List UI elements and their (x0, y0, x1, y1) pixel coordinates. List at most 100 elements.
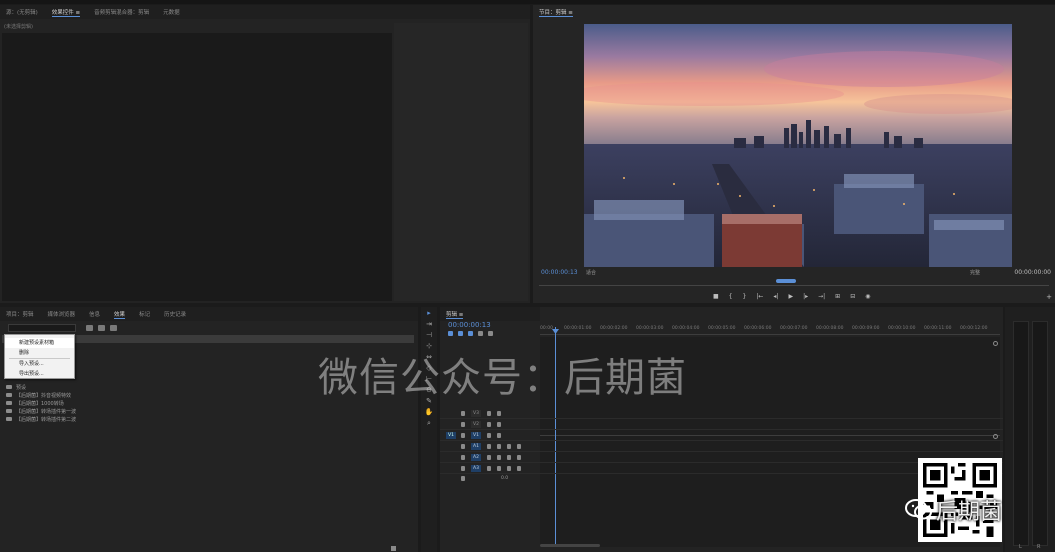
timeline-scrollbar[interactable] (540, 544, 1000, 548)
menu-item-delete[interactable]: 删除 (5, 348, 74, 358)
timeline-tabbar: 剪辑 ≡ (440, 307, 540, 321)
panel-corner-grip[interactable] (391, 546, 396, 551)
sync-lock-icon[interactable] (486, 466, 491, 471)
mark-in-button[interactable]: { (729, 293, 733, 300)
tab-history[interactable]: 历史记录 (164, 310, 186, 318)
ruler-tick-label: 00:00:05:00 (708, 326, 736, 331)
sync-lock-icon[interactable] (486, 433, 491, 438)
eye-icon[interactable] (496, 433, 501, 438)
menu-item-new-preset-bin[interactable]: 新建预设素材箱 (5, 338, 74, 348)
track-scroll-dot[interactable] (993, 341, 998, 346)
tab-sequence[interactable]: 剪辑 ≡ (446, 310, 464, 319)
tab-effects[interactable]: 效果 (114, 310, 126, 319)
sync-lock-icon[interactable] (486, 444, 491, 449)
track-label[interactable]: V1 (471, 432, 481, 439)
track-select-tool-icon[interactable]: ⇥ (425, 320, 434, 329)
time-ruler[interactable]: 00:00 00:00:01:00 00:00:02:00 00:00:03:0… (540, 323, 1000, 335)
linked-selection-icon[interactable] (458, 331, 463, 336)
extract-button[interactable]: ⊟ (850, 293, 855, 300)
mute-icon[interactable] (496, 444, 501, 449)
master-volume[interactable]: 0.0 (501, 476, 508, 481)
tab-metadata[interactable]: 元数据 (163, 8, 180, 16)
microphone-icon[interactable] (516, 466, 521, 471)
snap-icon[interactable] (448, 331, 453, 336)
eye-icon[interactable] (496, 411, 501, 416)
tab-info[interactable]: 信息 (89, 310, 100, 318)
lock-icon[interactable] (461, 476, 465, 481)
solo-icon[interactable] (506, 444, 511, 449)
track-label[interactable]: A1 (471, 443, 481, 450)
ruler-tick-label: 00:00:11:00 (924, 326, 952, 331)
menu-item-import-presets[interactable]: 导入预设... (5, 359, 74, 369)
solo-icon[interactable] (506, 455, 511, 460)
mute-icon[interactable] (496, 466, 501, 471)
accelerated-effects-icon[interactable] (86, 325, 93, 331)
zoom-tool-icon[interactable]: ⌕ (425, 419, 434, 428)
program-scrub-bar[interactable] (539, 285, 1049, 289)
folder-icon (6, 401, 12, 405)
yuv-effects-icon[interactable] (110, 325, 117, 331)
tab-project[interactable]: 项目：剪辑 (6, 310, 34, 318)
effects-tabbar: 项目：剪辑 媒体浏览器 信息 效果 标记 历史记录 (0, 307, 418, 321)
ruler-tick-label: 00:00:01:00 (564, 326, 592, 331)
tab-effect-controls[interactable]: 效果控件 ≡ (51, 8, 81, 17)
button-editor-add[interactable]: + (1046, 293, 1052, 301)
tab-program[interactable]: 节目：剪辑 ≡ (539, 8, 573, 17)
microphone-icon[interactable] (516, 455, 521, 460)
solo-icon[interactable] (506, 466, 511, 471)
sync-lock-icon[interactable] (486, 422, 491, 427)
32bit-effects-icon[interactable] (98, 325, 105, 331)
program-timecode[interactable]: 00:00:00:13 (541, 269, 578, 276)
hand-tool-icon[interactable]: ✋ (425, 408, 434, 417)
wrench-icon[interactable] (488, 331, 493, 336)
sync-lock-icon[interactable] (486, 411, 491, 416)
program-playhead[interactable] (776, 279, 796, 283)
track-label[interactable]: A3 (471, 465, 481, 472)
tab-media-browser[interactable]: 媒体浏览器 (48, 310, 76, 318)
list-item[interactable]: 【后期菌】转场插件第二波 (2, 415, 414, 423)
microphone-icon[interactable] (516, 444, 521, 449)
sync-lock-icon[interactable] (486, 455, 491, 460)
menu-item-export-presets[interactable]: 导出预设... (5, 369, 74, 379)
step-forward-button[interactable]: |▸ (803, 293, 808, 300)
source-patch-v1[interactable]: V1 (446, 432, 456, 439)
selection-tool-icon[interactable]: ▸ (425, 309, 434, 318)
effects-search-input[interactable] (8, 324, 76, 332)
marker-button[interactable]: ■ (713, 293, 719, 300)
fit-dropdown[interactable]: 适合 (586, 269, 596, 276)
lock-icon[interactable] (461, 444, 465, 449)
source-tabbar: 源：(无剪辑) 效果控件 ≡ 音频剪辑混合器：剪辑 元数据 (0, 5, 530, 19)
go-to-out-button[interactable]: →| (818, 293, 825, 300)
ripple-edit-tool-icon[interactable]: ⊣ (425, 331, 434, 340)
tab-audio-clip-mixer[interactable]: 音频剪辑混合器：剪辑 (94, 8, 149, 16)
track-label[interactable]: A2 (471, 454, 481, 461)
eye-icon[interactable] (496, 422, 501, 427)
add-marker-icon[interactable] (468, 331, 473, 336)
lift-button[interactable]: ⊞ (835, 293, 840, 300)
track-label[interactable]: V2 (471, 421, 481, 428)
go-to-in-button[interactable]: |← (756, 293, 763, 300)
lock-icon[interactable] (461, 422, 465, 427)
track-label[interactable]: V3 (471, 410, 481, 417)
quality-dropdown[interactable]: 完整 (970, 269, 980, 276)
effects-toolbar (2, 323, 414, 334)
tab-source[interactable]: 源：(无剪辑) (6, 8, 38, 16)
tab-markers[interactable]: 标记 (139, 310, 150, 318)
lock-icon[interactable] (461, 466, 465, 471)
step-back-button[interactable]: ◂| (773, 293, 778, 300)
list-item[interactable]: 【后期菌】转场插件第一波 (2, 407, 414, 415)
folder-icon (6, 385, 12, 389)
timeline-settings-icon[interactable] (478, 331, 483, 336)
timeline-timecode[interactable]: 00:00:00:13 (448, 321, 491, 329)
lock-icon[interactable] (461, 411, 465, 416)
track-v2: V2 (440, 419, 1003, 430)
lock-icon[interactable] (461, 433, 465, 438)
mute-icon[interactable] (496, 455, 501, 460)
export-frame-button[interactable]: ◉ (865, 293, 870, 300)
mark-out-button[interactable]: } (743, 293, 747, 300)
lock-icon[interactable] (461, 455, 465, 460)
play-button[interactable]: ▶ (788, 293, 793, 300)
watermark-text: 微信公众号：后期菌 (318, 355, 687, 401)
effect-controls-timeline (394, 23, 528, 301)
timeline-scroll-thumb[interactable] (540, 544, 600, 547)
